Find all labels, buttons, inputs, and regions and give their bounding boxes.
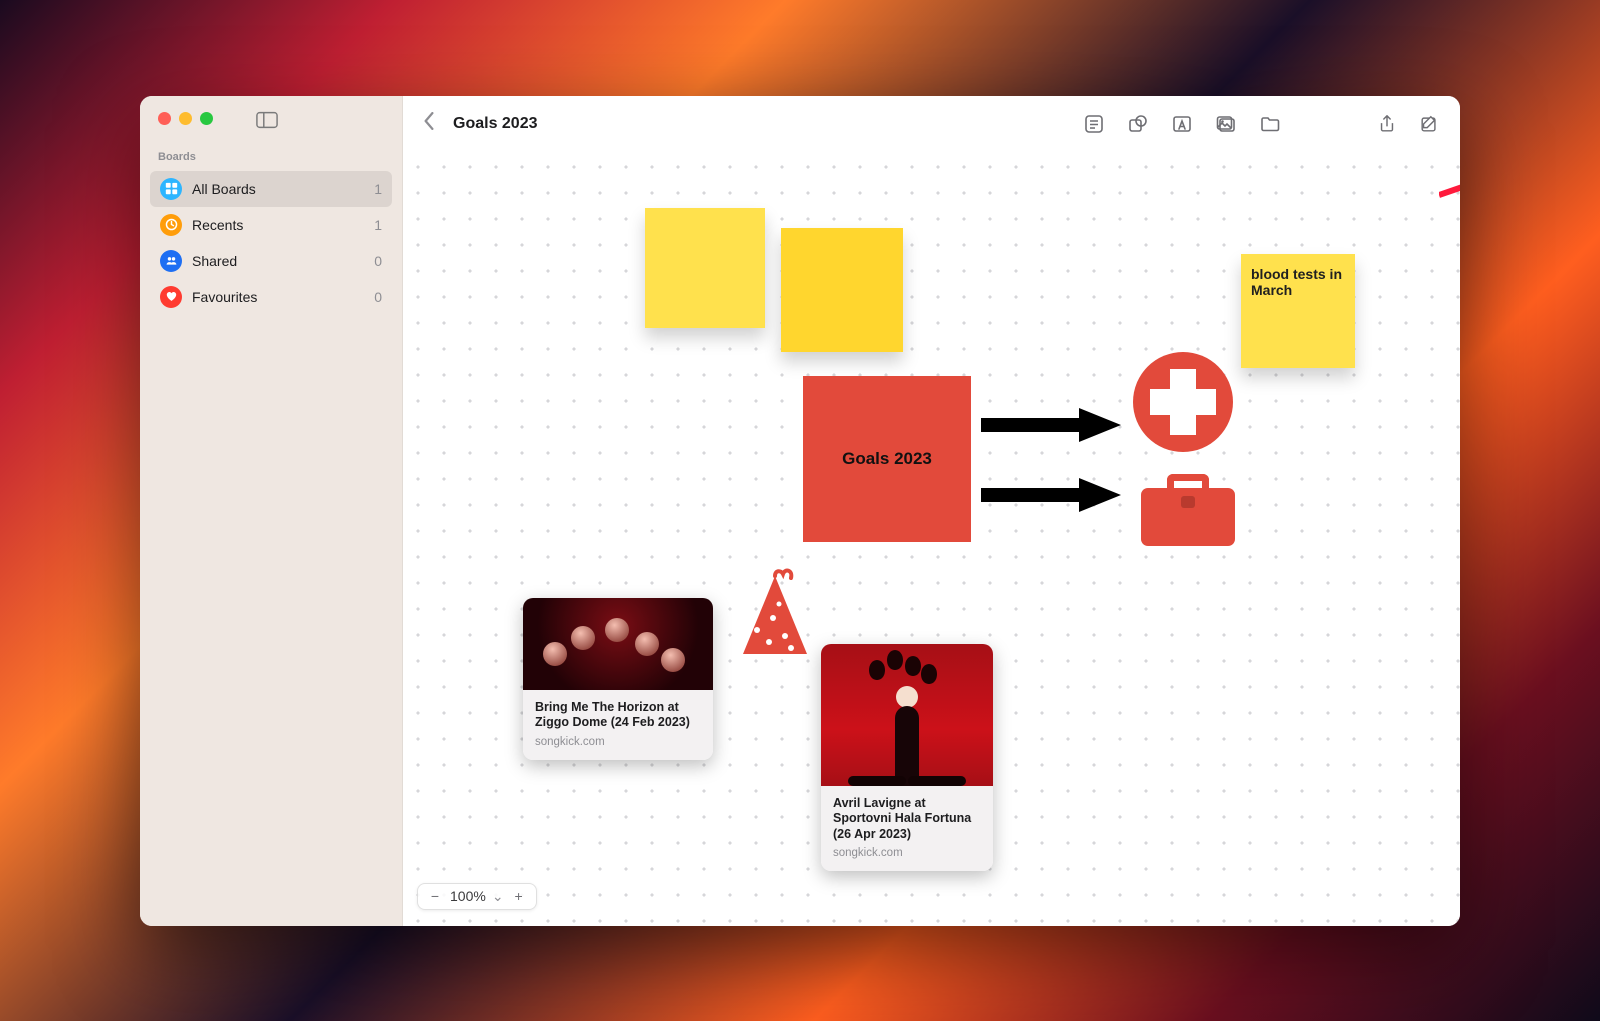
zoom-in-button[interactable]: +	[510, 888, 528, 904]
insert-shape-button[interactable]	[1127, 113, 1149, 135]
insert-note-button[interactable]	[1083, 113, 1105, 135]
zoom-control: − 100% ⌄ +	[417, 883, 537, 910]
sidebar-list: All Boards 1 Recents 1 Shared 0	[140, 171, 402, 315]
clock-icon	[160, 214, 182, 236]
health-cross-icon[interactable]	[1133, 352, 1233, 452]
sidebar-item-label: All Boards	[192, 181, 256, 197]
board-title: Goals 2023	[453, 115, 538, 133]
sidebar-item-count: 1	[374, 181, 382, 197]
card-source: songkick.com	[833, 847, 981, 859]
card-source: songkick.com	[535, 736, 701, 748]
arrow-shape[interactable]	[981, 408, 1121, 442]
arrow-shape[interactable]	[981, 478, 1121, 512]
sidebar-item-label: Favourites	[192, 289, 257, 305]
goals-block[interactable]: Goals 2023	[803, 376, 971, 542]
toggle-sidebar-button[interactable]	[255, 111, 279, 129]
zoom-out-button[interactable]: −	[426, 888, 444, 904]
main-area: Goals 2023 blood tests in March Goals	[403, 96, 1460, 926]
insert-image-button[interactable]	[1215, 113, 1237, 135]
freeform-canvas[interactable]: blood tests in March Goals 2023	[403, 152, 1460, 926]
zoom-value[interactable]: 100%	[450, 888, 486, 904]
sidebar-item-count: 0	[374, 289, 382, 305]
close-window-button[interactable]	[158, 112, 171, 125]
app-window: Boards All Boards 1 Recents 1 Sh	[140, 96, 1460, 926]
sidebar-section-title: Boards	[140, 125, 402, 171]
people-icon	[160, 250, 182, 272]
link-card-avril[interactable]: Avril Lavigne at Sportovni Hala Fortuna …	[821, 644, 993, 872]
compose-button[interactable]	[1418, 113, 1440, 135]
insert-toolbar	[1083, 113, 1281, 135]
insert-text-button[interactable]	[1171, 113, 1193, 135]
sticky-note-blood-tests[interactable]: blood tests in March	[1241, 254, 1355, 368]
minimize-window-button[interactable]	[179, 112, 192, 125]
zoom-menu-chevron-icon[interactable]: ⌄	[492, 888, 504, 905]
sidebar-item-count: 1	[374, 217, 382, 233]
card-title: Bring Me The Horizon at Ziggo Dome (24 F…	[535, 700, 701, 731]
back-button[interactable]	[423, 112, 435, 135]
share-button[interactable]	[1376, 113, 1398, 135]
party-hat-icon[interactable]	[735, 558, 815, 658]
sidebar-item-label: Recents	[192, 217, 243, 233]
card-image	[821, 644, 993, 786]
link-card-bmth[interactable]: Bring Me The Horizon at Ziggo Dome (24 F…	[523, 598, 713, 760]
card-image	[523, 598, 713, 690]
sidebar-item-label: Shared	[192, 253, 237, 269]
sidebar-item-favourites[interactable]: Favourites 0	[150, 279, 392, 315]
insert-file-button[interactable]	[1259, 113, 1281, 135]
sidebar: Boards All Boards 1 Recents 1 Sh	[140, 96, 403, 926]
grid-icon	[160, 178, 182, 200]
sidebar-item-recents[interactable]: Recents 1	[150, 207, 392, 243]
goals-block-text: Goals 2023	[842, 449, 932, 469]
sidebar-item-count: 0	[374, 253, 382, 269]
card-title: Avril Lavigne at Sportovni Hala Fortuna …	[833, 796, 981, 843]
toolbar: Goals 2023	[403, 96, 1460, 152]
briefcase-icon[interactable]	[1141, 474, 1235, 546]
sidebar-item-all-boards[interactable]: All Boards 1	[150, 171, 392, 207]
right-toolbar	[1376, 113, 1440, 135]
fullscreen-window-button[interactable]	[200, 112, 213, 125]
sidebar-item-shared[interactable]: Shared 0	[150, 243, 392, 279]
sticky-note[interactable]	[645, 208, 765, 328]
sticky-note[interactable]	[781, 228, 903, 352]
sticky-text: blood tests in March	[1251, 266, 1342, 298]
heart-icon	[160, 286, 182, 308]
